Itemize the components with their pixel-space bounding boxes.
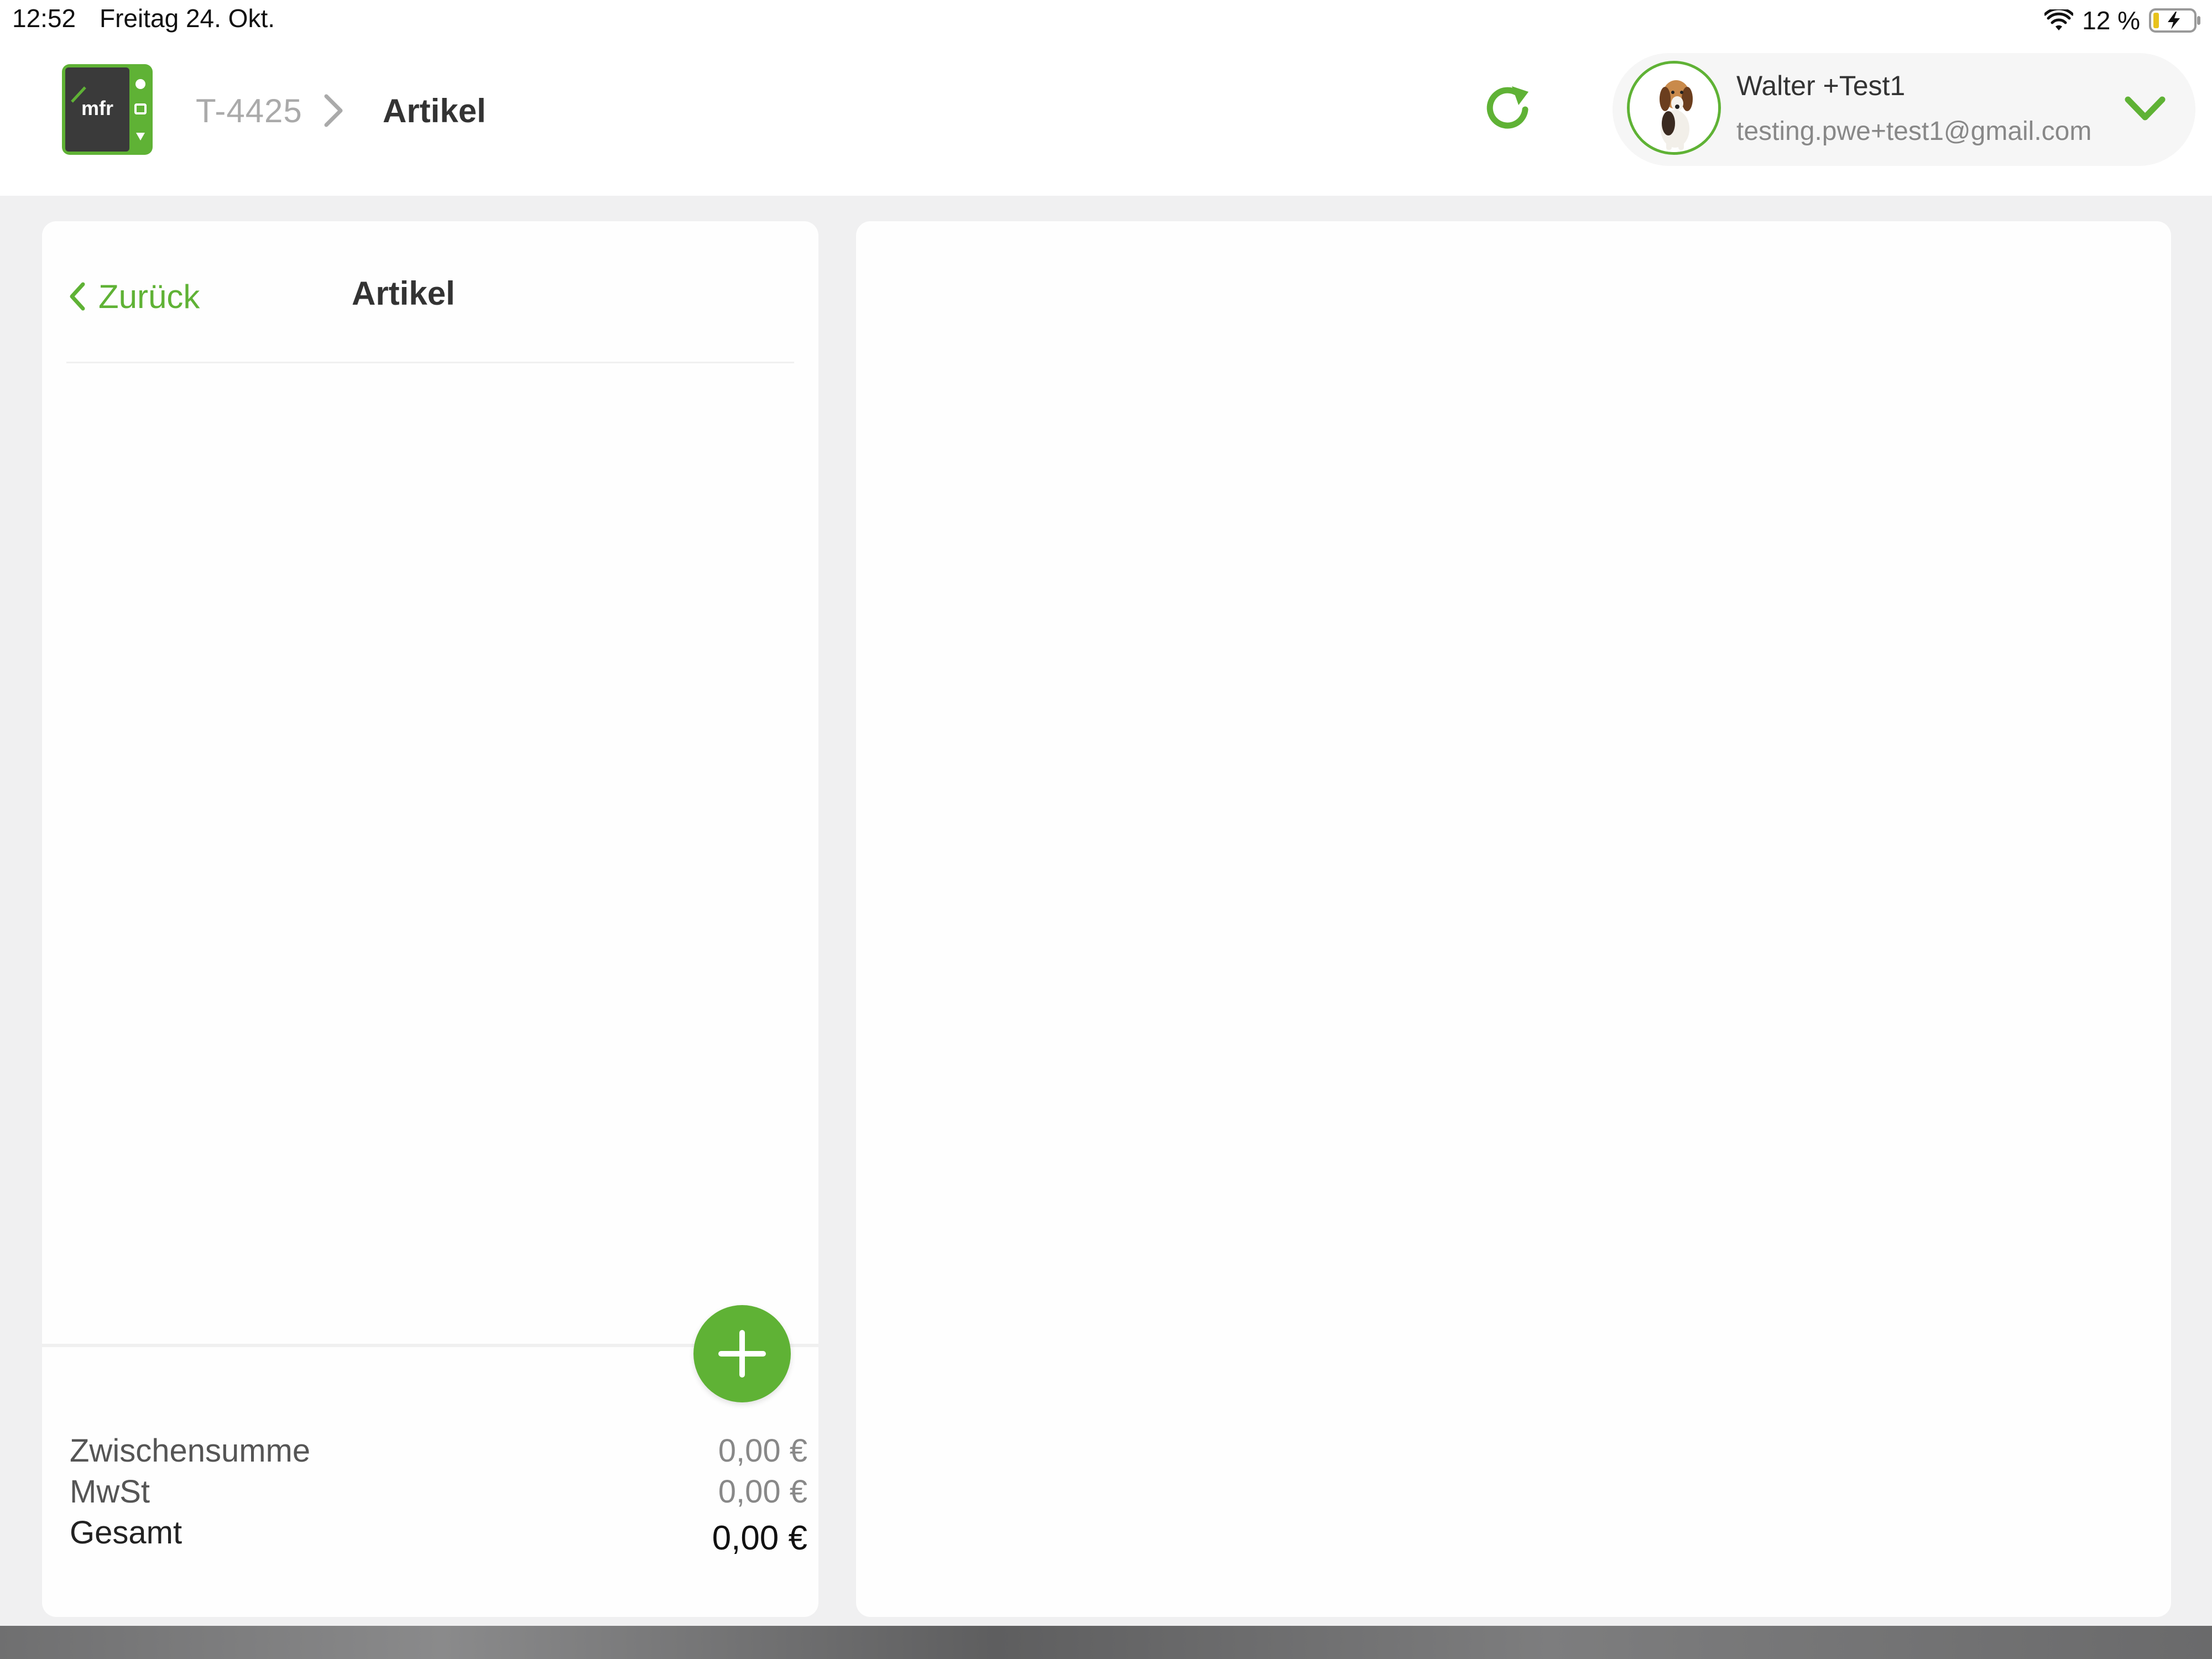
chevron-left-icon <box>70 282 85 311</box>
total-value: 0,00 € <box>712 1519 807 1557</box>
totals-section: Zwischensumme 0,00 € MwSt 0,00 € Gesamt … <box>70 1432 807 1557</box>
total-row: Gesamt 0,00 € <box>70 1514 807 1557</box>
wifi-icon <box>2044 9 2074 30</box>
user-email: testing.pwe+test1@gmail.com <box>1736 117 2092 146</box>
breadcrumb-parent[interactable]: T-4425 <box>196 92 302 130</box>
tax-value: 0,00 € <box>718 1474 807 1510</box>
divider <box>66 362 794 363</box>
breadcrumb-current: Artikel <box>383 92 486 129</box>
article-list-panel: Zurück Artikel Zwischensumme 0,00 € MwSt… <box>42 221 818 1617</box>
user-name: Walter +Test1 <box>1736 70 1906 101</box>
subtotal-label: Zwischensumme <box>70 1433 311 1469</box>
logo-text: mfr <box>81 97 113 119</box>
background-strip <box>0 1626 2212 1659</box>
panel-title: Artikel <box>352 275 455 312</box>
status-right: 12 % <box>2044 6 2202 35</box>
status-bar: 12:52 Freitag 24. Okt. 12 % <box>0 0 2212 41</box>
add-article-button[interactable] <box>693 1305 791 1402</box>
back-button[interactable]: Zurück <box>66 274 200 319</box>
chevron-down-icon[interactable] <box>2121 92 2169 127</box>
tax-label: MwSt <box>70 1474 150 1510</box>
tax-row: MwSt 0,00 € <box>70 1473 807 1514</box>
breadcrumb-chevron-icon <box>324 94 343 127</box>
total-label: Gesamt <box>70 1515 182 1551</box>
subtotal-value: 0,00 € <box>718 1433 807 1469</box>
avatar <box>1627 61 1721 155</box>
status-time: 12:52 <box>12 4 76 33</box>
article-detail-panel <box>856 221 2171 1617</box>
refresh-icon[interactable] <box>1480 81 1535 136</box>
battery-percent: 12 % <box>2082 6 2140 35</box>
avatar-dog-image <box>1630 64 1718 152</box>
subtotal-row: Zwischensumme 0,00 € <box>70 1432 807 1473</box>
battery-charging-icon <box>2149 8 2200 33</box>
app-header: mfr T-4425 Artikel Walter +Test1 testing… <box>0 41 2212 196</box>
plus-icon <box>718 1330 766 1378</box>
user-menu[interactable]: Walter +Test1 testing.pwe+test1@gmail.co… <box>1613 53 2195 166</box>
back-label: Zurück <box>98 278 200 315</box>
status-date: Freitag 24. Okt. <box>100 4 275 33</box>
app-logo[interactable]: mfr <box>61 63 154 156</box>
